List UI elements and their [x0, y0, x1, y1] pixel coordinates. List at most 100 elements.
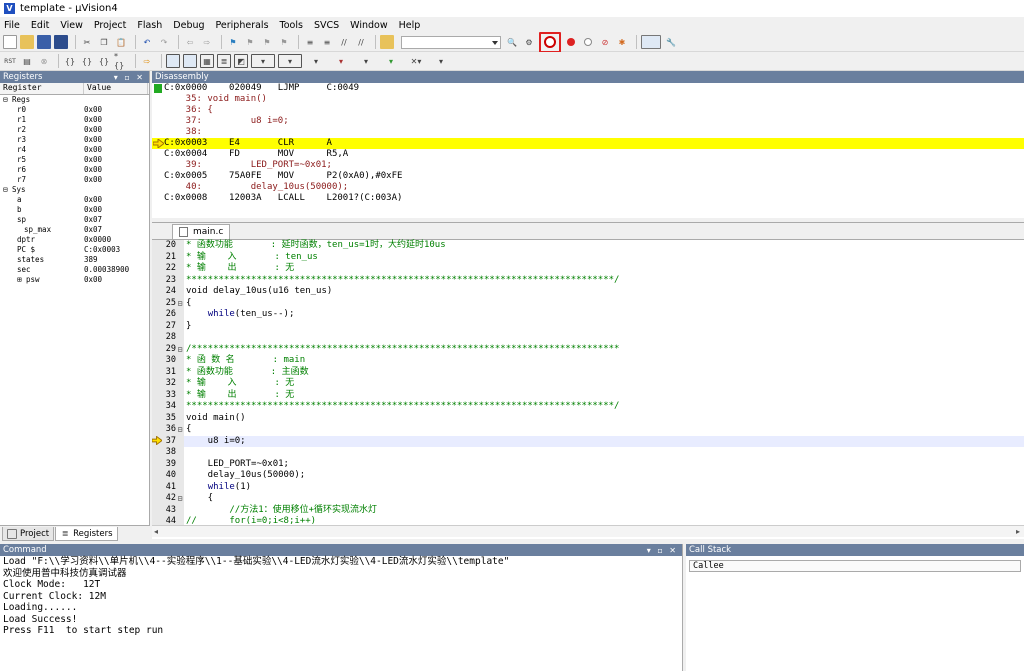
register-value[interactable]: [84, 95, 148, 105]
serial-window-icon[interactable]: ▾: [305, 54, 327, 68]
scroll-right-icon[interactable]: ▸: [1016, 527, 1020, 536]
code-line[interactable]: 21 * 输 入 : ten_us: [152, 251, 1024, 263]
menu-window[interactable]: Window: [350, 20, 387, 31]
line-gutter[interactable]: 26: [152, 309, 184, 321]
line-gutter[interactable]: 24: [152, 286, 184, 298]
code-line[interactable]: 31 * 函数功能 : 主函数: [152, 366, 1024, 378]
menu-view[interactable]: View: [60, 20, 83, 31]
expand-toggle-icon[interactable]: ⊟: [3, 185, 12, 194]
bookmark-prev-icon[interactable]: ⚑: [243, 35, 257, 49]
scroll-left-icon[interactable]: ◂: [154, 527, 158, 536]
register-value[interactable]: 0x0000: [84, 235, 148, 245]
run-to-cursor-icon[interactable]: *{}: [114, 52, 128, 70]
paste-icon[interactable]: 📋: [114, 35, 128, 49]
new-file-icon[interactable]: [3, 35, 17, 49]
register-value[interactable]: 0x07: [84, 225, 148, 235]
code-line[interactable]: 24 void delay_10us(u16 ten_us): [152, 286, 1024, 298]
menu-edit[interactable]: Edit: [31, 20, 49, 31]
registers-window-icon[interactable]: ≣: [217, 54, 231, 68]
register-value[interactable]: 0x00: [84, 205, 148, 215]
line-gutter[interactable]: 41: [152, 481, 184, 493]
line-gutter[interactable]: 30: [152, 355, 184, 367]
register-value[interactable]: 0x00: [84, 105, 148, 115]
line-gutter[interactable]: 31: [152, 366, 184, 378]
register-row[interactable]: ⊟ Sys: [0, 185, 149, 195]
source-line[interactable]: 38:: [152, 127, 1024, 138]
source-line[interactable]: 35: void main(): [152, 94, 1024, 105]
menu-project[interactable]: Project: [94, 20, 127, 31]
find-in-files-icon[interactable]: [380, 35, 394, 49]
register-value[interactable]: 0x00: [84, 145, 148, 155]
debug-session-icon[interactable]: [539, 31, 561, 53]
code-line[interactable]: 41 while(1): [152, 481, 1024, 493]
register-row[interactable]: ⊞ psw 0x00: [0, 275, 149, 285]
register-value[interactable]: C:0x0003: [84, 245, 148, 255]
tab-registers[interactable]: ≣ Registers: [55, 527, 118, 541]
tab-project[interactable]: Project: [2, 527, 55, 541]
disable-all-breakpoints-icon[interactable]: ⊘: [598, 35, 612, 49]
fold-toggle-icon[interactable]: ⊟: [176, 424, 184, 436]
settings-icon[interactable]: 🔧: [664, 35, 678, 49]
line-gutter[interactable]: 33: [152, 389, 184, 401]
disassembly-window-icon[interactable]: [183, 54, 197, 68]
line-gutter[interactable]: 25 ⊟: [152, 297, 184, 310]
code-line[interactable]: 36 ⊟{: [152, 424, 1024, 436]
line-gutter[interactable]: 37: [151, 435, 184, 447]
code-line[interactable]: 29 ⊟/************************************…: [152, 343, 1024, 355]
configuration-icon[interactable]: ⚙: [522, 35, 536, 49]
find-combo[interactable]: [401, 35, 501, 49]
redo-icon[interactable]: ↷: [157, 35, 171, 49]
code-line[interactable]: 26 while(ten_us--);: [152, 309, 1024, 321]
menu-tools[interactable]: Tools: [280, 20, 303, 31]
menu-flash[interactable]: Flash: [137, 20, 162, 31]
register-column-header[interactable]: Register: [0, 83, 84, 94]
fold-toggle-icon[interactable]: ⊟: [176, 298, 184, 310]
asm-line[interactable]: C:0x0004 FD MOV R5,A: [152, 149, 1024, 160]
indent-icon[interactable]: ≡: [303, 35, 317, 49]
window-select-icon[interactable]: [641, 35, 661, 49]
breakpoint-disabled-icon[interactable]: [581, 35, 595, 49]
reset-icon[interactable]: RST: [3, 54, 17, 68]
expand-toggle-icon[interactable]: ⊟: [3, 95, 12, 104]
nav-back-icon[interactable]: ⇦: [183, 35, 197, 49]
fold-toggle-icon[interactable]: ⊟: [176, 493, 184, 505]
call-stack-window-icon[interactable]: ◩: [234, 54, 248, 68]
source-line[interactable]: 39: LED_PORT=~0x01;: [152, 160, 1024, 171]
memory-window-icon[interactable]: ▾: [278, 54, 302, 68]
uncomment-icon[interactable]: //: [354, 35, 368, 49]
menu-svcs[interactable]: SVCS: [314, 20, 339, 31]
nav-forward-icon[interactable]: ⇨: [200, 35, 214, 49]
register-row[interactable]: dptr 0x0000: [0, 235, 149, 245]
code-line[interactable]: 40 delay_10us(50000);: [152, 470, 1024, 482]
asm-line[interactable]: C:0x0005 75A0FE MOV P2(0xA0),#0xFE: [152, 171, 1024, 182]
code-line[interactable]: 27}: [152, 320, 1024, 332]
register-row[interactable]: a 0x00: [0, 195, 149, 205]
kill-all-breakpoints-icon[interactable]: ✱: [615, 35, 629, 49]
copy-icon[interactable]: ❐: [97, 35, 111, 49]
line-gutter[interactable]: 35: [152, 412, 184, 424]
code-line[interactable]: 32 * 输 入 : 无: [152, 378, 1024, 390]
register-row[interactable]: ⊟ Regs: [0, 95, 149, 105]
register-row[interactable]: r7 0x00: [0, 175, 149, 185]
bookmark-clear-icon[interactable]: ⚑: [277, 35, 291, 49]
code-line[interactable]: 20 * 函数功能 : 延时函数，ten_us=1时，大约延时10us: [152, 240, 1024, 252]
code-line[interactable]: 23 **************************************…: [152, 274, 1024, 286]
register-row[interactable]: r0 0x00: [0, 105, 149, 115]
code-line[interactable]: 39 LED_PORT=~0x01;: [152, 458, 1024, 470]
step-into-icon[interactable]: {}: [63, 54, 77, 68]
unindent-icon[interactable]: ≡: [320, 35, 334, 49]
register-value[interactable]: 389: [84, 255, 148, 265]
save-icon[interactable]: [37, 35, 51, 49]
menu-help[interactable]: Help: [399, 20, 421, 31]
register-value[interactable]: 0x00: [84, 175, 148, 185]
menu-debug[interactable]: Debug: [173, 20, 204, 31]
code-line[interactable]: 38: [152, 447, 1024, 459]
source-line[interactable]: 40: delay_10us(50000);: [152, 182, 1024, 193]
code-line[interactable]: 28: [152, 332, 1024, 344]
register-value[interactable]: 0x07: [84, 215, 148, 225]
register-value[interactable]: 0x00: [84, 275, 148, 285]
register-row[interactable]: r5 0x00: [0, 155, 149, 165]
code-line[interactable]: 30 * 函 数 名 : main: [152, 355, 1024, 367]
register-value[interactable]: [84, 185, 148, 195]
register-row[interactable]: r4 0x00: [0, 145, 149, 155]
